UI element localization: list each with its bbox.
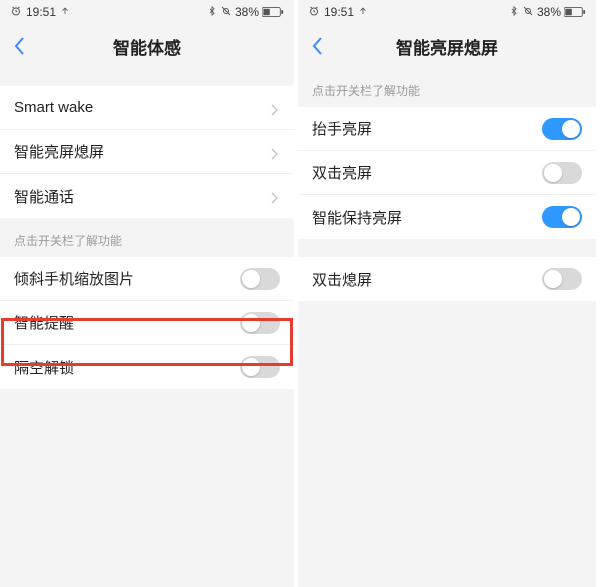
content: 点击开关栏了解功能 抬手亮屏 双击亮屏 智能保持亮屏 双击熄屏 — [298, 68, 596, 587]
toggle-doubletap-wake[interactable] — [542, 162, 582, 184]
row-air-unlock[interactable]: 隔空解锁 — [0, 345, 294, 389]
status-bar: 19:51 38% — [0, 0, 294, 24]
nav-item-smart-call[interactable]: 智能通话 — [0, 174, 294, 218]
back-button[interactable] — [306, 34, 330, 58]
content: Smart wake 智能亮屏熄屏 智能通话 点击开关栏了解功能 倾斜手机缩放图… — [0, 68, 294, 587]
row-raise-wake[interactable]: 抬手亮屏 — [298, 107, 596, 151]
header: 智能亮屏熄屏 — [298, 24, 596, 68]
row-label: 隔空解锁 — [14, 357, 74, 378]
row-label: 智能通话 — [14, 186, 74, 207]
row-doubletap-sleep[interactable]: 双击熄屏 — [298, 257, 596, 301]
toggle-group-1: 抬手亮屏 双击亮屏 智能保持亮屏 — [298, 107, 596, 239]
row-doubletap-wake[interactable]: 双击亮屏 — [298, 151, 596, 195]
row-label: 倾斜手机缩放图片 — [14, 268, 134, 289]
section-hint: 点击开关栏了解功能 — [298, 68, 596, 107]
toggle-tilt-zoom[interactable] — [240, 268, 280, 290]
vibrate-icon — [522, 5, 534, 20]
header: 智能体感 — [0, 24, 294, 68]
row-label: 双击亮屏 — [312, 162, 372, 183]
chevron-right-icon — [270, 191, 280, 201]
nav-item-wake-sleep[interactable]: 智能亮屏熄屏 — [0, 130, 294, 174]
toggle-group-2: 双击熄屏 — [298, 257, 596, 301]
row-tilt-zoom[interactable]: 倾斜手机缩放图片 — [0, 257, 294, 301]
toggle-raise-wake[interactable] — [542, 118, 582, 140]
toggle-group: 倾斜手机缩放图片 智能提醒 隔空解锁 — [0, 257, 294, 389]
row-label: 双击熄屏 — [312, 269, 372, 290]
row-label: 智能保持亮屏 — [312, 207, 402, 228]
row-label: 抬手亮屏 — [312, 118, 372, 139]
row-smart-remind[interactable]: 智能提醒 — [0, 301, 294, 345]
toggle-smart-keep-on[interactable] — [542, 206, 582, 228]
upload-icon — [60, 5, 70, 19]
battery-pct: 38% — [235, 5, 259, 19]
page-title: 智能亮屏熄屏 — [396, 34, 498, 59]
toggle-air-unlock[interactable] — [240, 356, 280, 378]
battery-icon — [262, 6, 284, 18]
phone-right: 19:51 38% 智能亮屏熄屏 点击开关栏了解功能 — [298, 0, 596, 587]
status-time: 19:51 — [26, 5, 56, 19]
status-time: 19:51 — [324, 5, 354, 19]
chevron-right-icon — [270, 147, 280, 157]
status-bar: 19:51 38% — [298, 0, 596, 24]
back-button[interactable] — [8, 34, 32, 58]
vibrate-icon — [220, 5, 232, 20]
toggle-doubletap-sleep[interactable] — [542, 268, 582, 290]
row-label: Smart wake — [14, 99, 93, 116]
row-label: 智能提醒 — [14, 312, 74, 333]
bluetooth-icon — [207, 5, 217, 20]
battery-icon — [564, 6, 586, 18]
nav-group: Smart wake 智能亮屏熄屏 智能通话 — [0, 86, 294, 218]
section-hint: 点击开关栏了解功能 — [0, 218, 294, 257]
upload-icon — [358, 5, 368, 19]
row-label: 智能亮屏熄屏 — [14, 141, 104, 162]
row-smart-keep-on[interactable]: 智能保持亮屏 — [298, 195, 596, 239]
nav-item-smart-wake[interactable]: Smart wake — [0, 86, 294, 130]
alarm-icon — [308, 5, 320, 20]
toggle-smart-remind[interactable] — [240, 312, 280, 334]
phone-left: 19:51 38% 智能体感 Smart wake — [0, 0, 298, 587]
page-title: 智能体感 — [113, 34, 181, 59]
alarm-icon — [10, 5, 22, 20]
battery-pct: 38% — [537, 5, 561, 19]
bluetooth-icon — [509, 5, 519, 20]
chevron-right-icon — [270, 103, 280, 113]
